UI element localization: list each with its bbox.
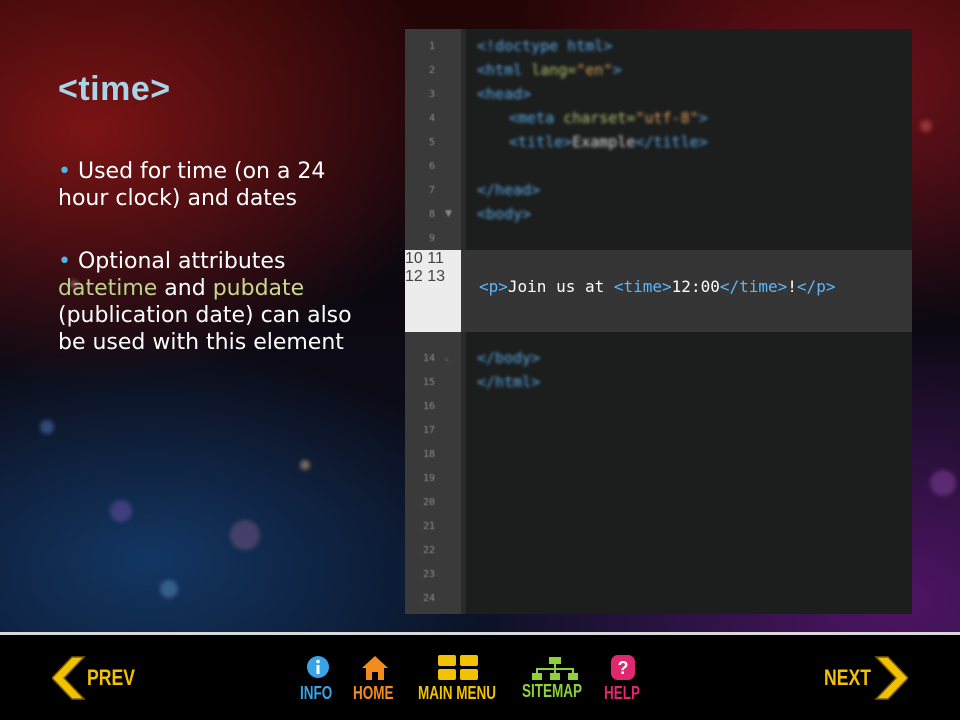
code-line: </html> [477, 373, 541, 391]
fold-arrow-icon: ▼ [445, 209, 452, 219]
line-number: 9 [428, 233, 435, 244]
sitemap-icon [532, 657, 578, 680]
line-number: 10 [405, 250, 423, 267]
home-label: HOME [353, 683, 394, 703]
help-icon: ? [611, 655, 635, 680]
chevron-left-icon [52, 656, 86, 700]
home-button[interactable]: HOME [352, 655, 402, 705]
bullet-item: • Used for time (on a 24 hour clock) and… [58, 158, 378, 212]
slide-background: <time> • Used for time (on a 24 hour clo… [0, 0, 960, 632]
home-icon [362, 656, 388, 680]
attr-datetime: datetime [58, 276, 158, 301]
code-line: <meta charset="utf-8"> [509, 109, 708, 127]
bullet-dot: • [58, 159, 71, 184]
line-number: 2 [428, 65, 435, 76]
menu-grid-icon [438, 655, 478, 680]
code-line: <head> [477, 85, 532, 103]
sitemap-label: SITEMAP [522, 681, 583, 701]
fold-end-icon: ⌞ [445, 353, 450, 363]
bullet-text: Optional attributes [77, 249, 286, 274]
bullet-dot: • [58, 249, 71, 274]
line-number: 4 [428, 113, 435, 124]
line-number: 21 [422, 521, 435, 532]
line-number: 7 [428, 185, 435, 196]
line-number: 17 [422, 425, 435, 436]
code-screenshot: 1 2 3 4 5 6 7 8 ▼ 9 14 ⌞ 15 16 17 18 19 … [405, 29, 912, 614]
bullet-text: and [157, 276, 213, 301]
code-line: <body> [477, 205, 532, 223]
info-button[interactable]: INFO [298, 655, 338, 705]
line-number: 1 [428, 41, 435, 52]
info-label: INFO [300, 683, 333, 703]
bokeh-light [930, 470, 956, 496]
line-number: 12 [405, 268, 423, 285]
info-icon [307, 656, 329, 678]
bokeh-light [160, 580, 178, 598]
prev-button[interactable]: PREV [52, 653, 142, 703]
line-number: 8 [428, 209, 435, 220]
bokeh-light [300, 460, 310, 470]
bokeh-light [110, 500, 132, 522]
bokeh-light [230, 520, 260, 550]
help-button[interactable]: ? HELP [604, 655, 648, 705]
line-number: 3 [428, 89, 435, 100]
line-number: 23 [422, 569, 435, 580]
attr-pubdate: pubdate [212, 276, 305, 301]
line-number: 22 [422, 545, 435, 556]
chevron-right-icon [874, 656, 908, 700]
next-label: NEXT [824, 665, 871, 690]
code-line: </head> [477, 181, 541, 199]
svg-text:?: ? [618, 658, 629, 678]
line-number: 5 [428, 137, 435, 148]
main-menu-label: MAIN MENU [418, 683, 496, 703]
line-number: 14 [422, 353, 435, 364]
bokeh-light [920, 120, 932, 132]
main-menu-button[interactable]: MAIN MENU [416, 655, 506, 705]
next-button[interactable]: NEXT [822, 653, 912, 703]
help-label: HELP [604, 683, 641, 703]
line-number: 24 [422, 593, 435, 604]
bullet-list: • Used for time (on a 24 hour clock) and… [58, 158, 378, 392]
line-number: 13 [427, 268, 446, 285]
code-line: </body> [477, 349, 541, 367]
sitemap-button[interactable]: SITEMAP [522, 655, 592, 705]
highlighted-gutter: 10 11 12 13 [405, 250, 461, 332]
bullet-text: Used for time (on a 24 hour clock) and d… [58, 159, 326, 211]
slide-title: <time> [58, 70, 171, 108]
line-number: 18 [422, 449, 435, 460]
line-number: 16 [422, 401, 435, 412]
line-number: 15 [422, 377, 435, 388]
code-line: <html lang="en"> [477, 61, 622, 79]
line-number: 19 [422, 473, 435, 484]
line-number: 6 [428, 161, 435, 172]
bullet-item: • Optional attributes datetime and pubda… [58, 248, 378, 356]
highlighted-code-line: <p>Join us at <time>12:00</time>!</p> [479, 277, 836, 296]
bokeh-light [40, 420, 54, 434]
navigation-bar: PREV INFO HOME MAIN MENU SITEMAP ? HELP … [0, 635, 960, 720]
code-line: <!doctype html> [477, 37, 613, 55]
code-line: <title>Example</title> [509, 133, 708, 151]
bullet-text: (publication date) can also be used with… [58, 303, 352, 355]
line-number: 20 [422, 497, 435, 508]
line-number: 11 [427, 250, 444, 267]
highlighted-code-block: 10 11 12 13 <p>Join us at <time>12:00</t… [405, 250, 912, 332]
prev-label: PREV [87, 665, 135, 690]
